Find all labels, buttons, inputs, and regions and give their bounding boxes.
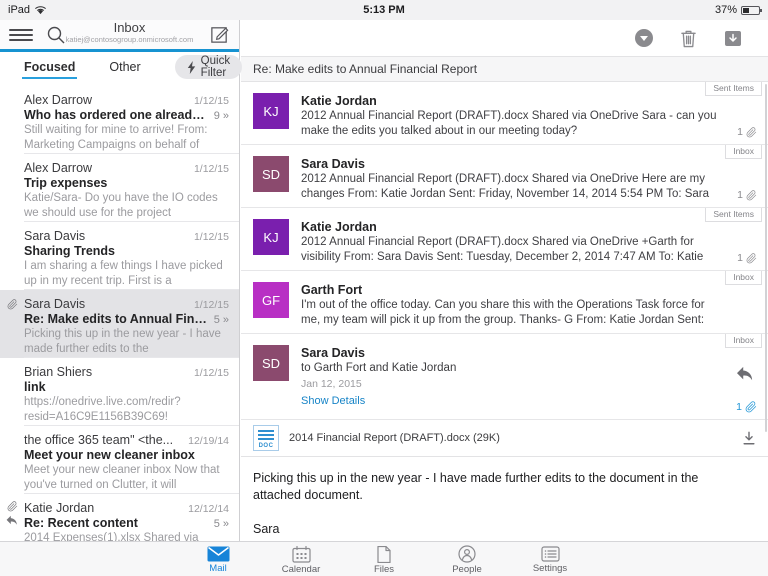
conversation-thread: Sent Items KJ Katie Jordan 2012 Annual F…: [241, 82, 768, 538]
show-details-link[interactable]: Show Details: [301, 394, 720, 409]
message-preview: 2012 Annual Financial Report (DRAFT).doc…: [301, 109, 720, 139]
thread-message[interactable]: Inbox SD Sara Davis 2012 Annual Financia…: [241, 145, 768, 208]
reply-icon[interactable]: [735, 366, 755, 382]
battery-icon: [741, 6, 760, 15]
folder-badge: Sent Items: [705, 82, 762, 96]
scrollbar[interactable]: [765, 84, 767, 432]
paperclip-icon: [746, 127, 757, 138]
message-sender: Katie Jordan: [301, 93, 720, 109]
app-tab-bar: Mail Calendar Files: [0, 541, 768, 576]
recipients-line: to Garth Fort and Katie Jordan: [301, 361, 720, 376]
thread-message-expanded[interactable]: Inbox SD Sara Davis to Garth Fort and Ka…: [241, 334, 768, 420]
clock: 5:13 PM: [0, 4, 768, 16]
folder-badge: Inbox: [725, 145, 762, 159]
thread-message[interactable]: Inbox GF Garth Fort I'm out of the offic…: [241, 271, 768, 334]
body-paragraph: Picking this up in the new year - I have…: [253, 470, 732, 504]
tab-focused[interactable]: Focused: [24, 54, 75, 81]
mail-icon: [207, 546, 230, 562]
list-item[interactable]: Alex Darrow1/12/15 Who has ordered one a…: [0, 86, 239, 154]
conversation-subject: Re: Make edits to Annual Financial Repor…: [241, 56, 768, 82]
attachment-count: 1: [737, 126, 757, 138]
body-signature: Sara: [253, 521, 732, 538]
battery-percent: 37%: [715, 4, 737, 16]
list-item[interactable]: Katie Jordan12/12/14 Re: Recent content5…: [0, 494, 239, 541]
mail-list-sidebar: Inbox katiej@contosogroup.onmicrosoft.co…: [0, 20, 240, 541]
list-item[interactable]: Alex Darrow1/12/15 Trip expenses Katie/S…: [0, 154, 239, 222]
settings-icon: [541, 546, 560, 562]
quick-filter-button[interactable]: Quick Filter: [175, 55, 242, 79]
attachment-count: 1: [736, 401, 757, 413]
message-sender: Garth Fort: [301, 282, 720, 298]
folder-badge: Sent Items: [705, 208, 762, 222]
list-item[interactable]: Sara Davis1/12/15 Sharing Trends I am sh…: [0, 222, 239, 290]
archive-icon[interactable]: [724, 30, 742, 47]
message-list: Alex Darrow1/12/15 Who has ordered one a…: [0, 82, 239, 541]
account-address: katiej@contosogroup.onmicrosoft.com: [60, 35, 199, 44]
message-sender: Sara Davis: [301, 345, 720, 361]
folder-badge: Inbox: [725, 334, 762, 348]
lightning-icon: [187, 61, 196, 74]
message-preview: 2012 Annual Financial Report (DRAFT).doc…: [301, 235, 720, 265]
list-item[interactable]: Brian Shiers1/12/15 link https://onedriv…: [0, 358, 239, 426]
flag-dropdown-button[interactable]: [635, 29, 653, 47]
message-sender: Sara Davis: [301, 156, 720, 172]
nav-calendar[interactable]: Calendar: [274, 542, 329, 576]
paperclip-icon: [746, 190, 757, 201]
calendar-icon: [292, 546, 311, 563]
file-icon: [377, 546, 391, 563]
attachment-count: 1: [737, 252, 757, 264]
replied-icon: [6, 515, 18, 526]
paperclip-icon: [745, 401, 757, 413]
message-preview: 2012 Annual Financial Report (DRAFT).doc…: [301, 172, 720, 202]
inbox-tabs: Focused Other Quick Filter: [0, 52, 239, 82]
status-bar: iPad 5:13 PM 37%: [0, 0, 768, 20]
nav-people[interactable]: People: [440, 542, 495, 576]
message-body: Picking this up in the new year - I have…: [241, 457, 768, 538]
thread-message[interactable]: Sent Items KJ Katie Jordan 2012 Annual F…: [241, 208, 768, 271]
avatar: SD: [253, 345, 289, 381]
people-icon: [458, 545, 476, 563]
download-icon[interactable]: [742, 431, 756, 446]
message-preview: I'm out of the office today. Can you sha…: [301, 298, 720, 328]
nav-settings[interactable]: Settings: [523, 542, 578, 576]
paperclip-icon: [7, 501, 18, 512]
message-toolbar: [241, 20, 768, 56]
folder-badge: Inbox: [725, 271, 762, 285]
paperclip-icon: [746, 253, 757, 264]
delete-icon[interactable]: [680, 29, 697, 48]
nav-files[interactable]: Files: [357, 542, 412, 576]
message-date: Jan 12, 2015: [301, 377, 720, 392]
sidebar-header: Inbox katiej@contosogroup.onmicrosoft.co…: [0, 20, 239, 49]
attachment-name: 2014 Financial Report (DRAFT).docx (29K): [289, 432, 732, 444]
avatar: KJ: [253, 93, 289, 129]
reading-pane: Re: Make edits to Annual Financial Repor…: [241, 20, 768, 541]
folder-title[interactable]: Inbox: [60, 21, 199, 35]
hamburger-menu-icon[interactable]: [9, 27, 33, 43]
doc-file-icon: DOC: [253, 425, 279, 451]
compose-icon[interactable]: [209, 24, 230, 45]
paperclip-icon: [7, 299, 18, 310]
thread-message[interactable]: Sent Items KJ Katie Jordan 2012 Annual F…: [241, 82, 768, 145]
tab-other[interactable]: Other: [109, 54, 140, 81]
list-item[interactable]: the office 365 team" <the...12/19/14 Mee…: [0, 426, 239, 494]
list-item-selected[interactable]: Sara Davis1/12/15 Re: Make edits to Annu…: [0, 290, 239, 358]
avatar: SD: [253, 156, 289, 192]
attachment-row[interactable]: DOC 2014 Financial Report (DRAFT).docx (…: [241, 420, 768, 457]
avatar: GF: [253, 282, 289, 318]
avatar: KJ: [253, 219, 289, 255]
message-sender: Katie Jordan: [301, 219, 720, 235]
attachment-count: 1: [737, 189, 757, 201]
nav-mail[interactable]: Mail: [191, 542, 246, 576]
